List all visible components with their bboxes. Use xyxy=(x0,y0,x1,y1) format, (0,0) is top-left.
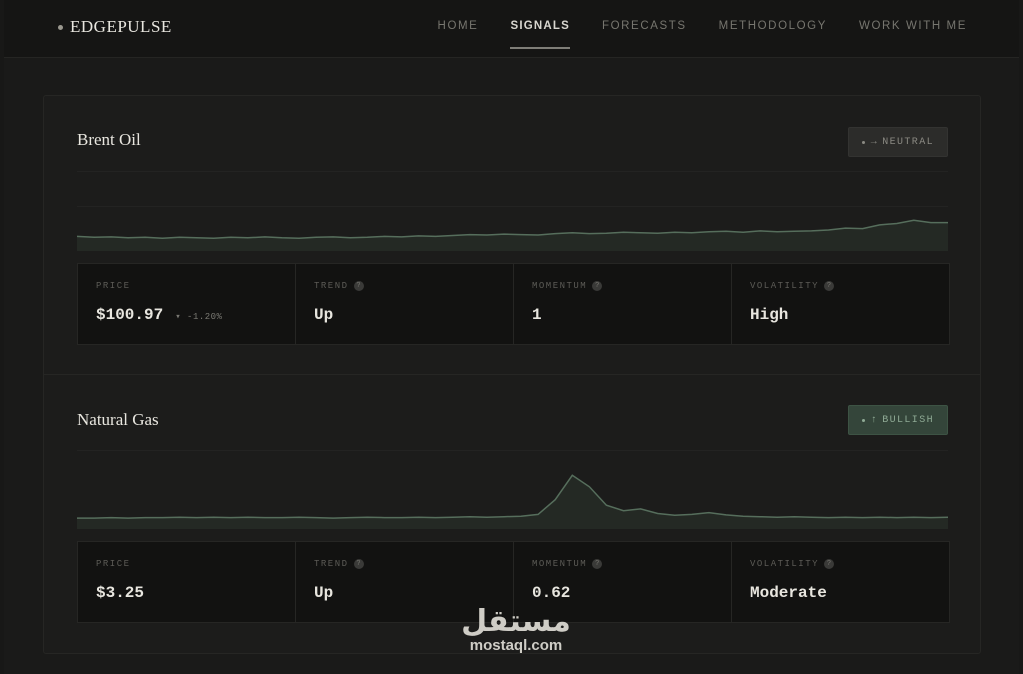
signal-badge: ↑ BULLISH xyxy=(847,405,948,435)
badge-label: NEUTRAL xyxy=(882,136,934,148)
signal-title: Brent Oil xyxy=(77,130,141,149)
sparkline-line xyxy=(77,474,948,519)
help-icon[interactable]: ? xyxy=(592,559,603,569)
badge-dot-icon xyxy=(861,418,865,422)
help-icon[interactable]: ? xyxy=(824,559,835,569)
help-icon[interactable]: ? xyxy=(353,559,364,569)
app-frame: EDGEPULSE HOME SIGNALS FORECASTS METHODO… xyxy=(4,0,1019,674)
sparkline-svg xyxy=(77,219,948,251)
metric-label: VOLATILITY xyxy=(750,281,820,291)
chart-gridline xyxy=(77,450,948,451)
trend-value: Up xyxy=(314,306,334,324)
trend-value: Up xyxy=(314,584,334,602)
metric-price: PRICE $100.97 ▾ -1.20% xyxy=(78,264,296,344)
brand-logo[interactable]: EDGEPULSE xyxy=(58,17,172,37)
metric-volatility: VOLATILITY? Moderate xyxy=(732,542,949,622)
watermark-latin: mostaql.com xyxy=(469,637,563,654)
metric-price: PRICE $3.25 xyxy=(78,542,296,622)
metric-label: TREND xyxy=(314,281,349,291)
price-value: $100.97 xyxy=(96,306,164,324)
metric-volatility: VOLATILITY? High xyxy=(732,264,949,344)
brand-name: EDGEPULSE xyxy=(70,17,172,36)
signal-section-brent: Brent Oil → NEUTRAL PRICE $100.97 ▾ -1.2… xyxy=(44,96,980,374)
badge-dot-icon xyxy=(861,140,865,144)
nav-work-with-me[interactable]: WORK WITH ME xyxy=(859,20,967,49)
badge-arrow-icon: ↑ xyxy=(870,414,879,426)
metric-trend: TREND? Up xyxy=(296,264,514,344)
signals-card: Brent Oil → NEUTRAL PRICE $100.97 ▾ -1.2… xyxy=(43,95,981,654)
volatility-value: Moderate xyxy=(750,584,827,602)
nav-methodology[interactable]: METHODOLOGY xyxy=(719,20,827,49)
signal-title: Natural Gas xyxy=(77,410,159,429)
momentum-value: 1 xyxy=(532,306,542,324)
sparkline-area xyxy=(77,220,948,251)
price-change: ▾ -1.20% xyxy=(175,312,223,322)
nav-links: HOME SIGNALS FORECASTS METHODOLOGY WORK … xyxy=(438,20,967,49)
metric-label: TREND xyxy=(314,559,349,569)
top-nav: EDGEPULSE HOME SIGNALS FORECASTS METHODO… xyxy=(4,0,1019,58)
chart-gridline xyxy=(77,171,948,172)
metric-label: PRICE xyxy=(96,281,131,291)
metric-label: PRICE xyxy=(96,559,131,569)
volatility-value: High xyxy=(750,306,789,324)
sparkline-chart xyxy=(77,469,948,529)
nav-signals[interactable]: SIGNALS xyxy=(510,20,570,49)
help-icon[interactable]: ? xyxy=(824,281,835,291)
nav-forecasts[interactable]: FORECASTS xyxy=(602,20,687,49)
metric-label: MOMENTUM xyxy=(532,559,588,569)
watermark: مستقل mostaql.com xyxy=(451,606,581,654)
metric-label: VOLATILITY xyxy=(750,559,820,569)
sparkline-chart xyxy=(77,191,948,251)
sparkline-area xyxy=(77,475,948,529)
metrics-row: PRICE $100.97 ▾ -1.20% TREND? Up MOMENTU… xyxy=(77,263,950,345)
signal-badge: → NEUTRAL xyxy=(847,127,948,157)
price-value: $3.25 xyxy=(96,584,145,602)
momentum-value: 0.62 xyxy=(532,584,571,602)
badge-arrow-icon: → xyxy=(870,136,879,148)
sparkline-svg xyxy=(77,474,948,529)
help-icon[interactable]: ? xyxy=(353,281,364,291)
nav-home[interactable]: HOME xyxy=(438,20,479,49)
metric-label: MOMENTUM xyxy=(532,281,588,291)
brand-dot-icon xyxy=(58,24,63,30)
badge-label: BULLISH xyxy=(882,414,934,426)
help-icon[interactable]: ? xyxy=(592,281,603,291)
watermark-arabic: مستقل xyxy=(461,604,571,639)
metric-momentum: MOMENTUM? 1 xyxy=(514,264,732,344)
